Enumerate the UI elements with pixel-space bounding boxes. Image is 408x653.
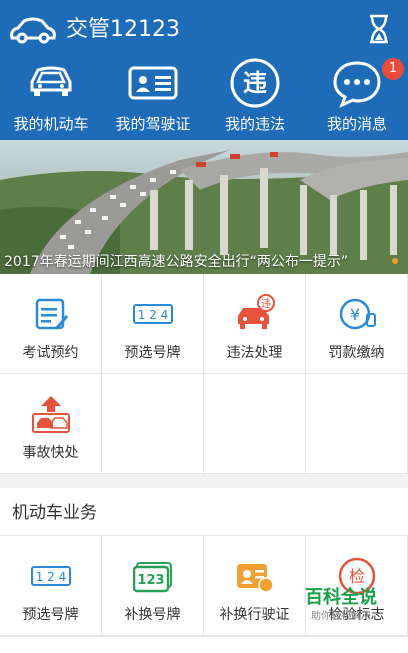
plate-replace-icon-text: 123	[137, 573, 164, 588]
top-bar: 交管12123	[0, 0, 408, 58]
quick-nav-label: 我的驾驶证	[115, 115, 191, 133]
driving-permit-icon	[237, 564, 274, 593]
license-icon	[128, 66, 178, 100]
violation-handling-icon-text: 违	[261, 298, 271, 310]
vehicle-service-plate-select[interactable]: 1 2 4 预选号牌	[0, 536, 102, 636]
quick-nav-my-violation[interactable]: 违 我的违法	[204, 58, 306, 140]
plate-replace-icon: 123	[133, 562, 172, 593]
quick-nav-my-messages[interactable]: 1 我的消息	[306, 58, 408, 140]
watermark-sub: 助你轻松解决	[311, 611, 371, 622]
plate-select-icon-text: 1 2 4	[36, 570, 67, 584]
service-plate-select[interactable]: 1 2 4 预选号牌	[102, 274, 204, 374]
service-label: 预选号牌	[22, 607, 79, 623]
quick-nav-my-vehicle[interactable]: 我的机动车	[0, 58, 102, 140]
next-row-edge	[0, 636, 408, 653]
quick-nav-my-license[interactable]: 我的驾驶证	[102, 58, 204, 140]
inspection-icon-text: 检	[349, 567, 365, 586]
service-label: 罚款缴纳	[328, 345, 385, 361]
vehicle-service-plate-replace[interactable]: 123 补换号牌	[102, 536, 204, 636]
service-accident[interactable]: 事故快处	[0, 374, 102, 474]
carousel-indicator[interactable]	[392, 258, 398, 264]
plate-select-icon: 1 2 4	[31, 566, 71, 586]
watermark-main: 百科全说	[305, 587, 377, 608]
service-label: 违法处理	[226, 345, 283, 361]
violation-icon-text: 违	[243, 69, 267, 97]
service-label: 补换号牌	[124, 607, 181, 623]
message-icon	[333, 61, 381, 108]
empty-cell	[306, 374, 408, 474]
services-grid: 考试预约 1 2 4 预选号牌 违 违法处理 ¥ 罚款缴纳 事故快处	[0, 274, 408, 474]
section-title-vehicle: 机动车业务	[0, 488, 408, 536]
exam-booking-icon	[35, 298, 69, 330]
violation-handling-icon: 违	[238, 294, 275, 329]
empty-cell	[204, 374, 306, 474]
service-fine-payment[interactable]: ¥ 罚款缴纳	[306, 274, 408, 374]
fine-payment-icon: ¥	[339, 298, 376, 330]
service-label: 事故快处	[22, 445, 79, 461]
plate-select-icon: 1 2 4	[133, 304, 173, 324]
quick-nav-label: 我的消息	[326, 115, 387, 133]
service-label: 考试预约	[22, 345, 79, 361]
quick-nav-label: 我的违法	[224, 115, 285, 133]
quick-nav-label: 我的机动车	[13, 115, 89, 133]
empty-cell	[102, 374, 204, 474]
banner-caption: 2017年春运期间江西高速公路安全出行“两公布一提示”	[4, 254, 349, 270]
service-label: 预选号牌	[124, 345, 181, 361]
accident-icon	[32, 396, 70, 433]
news-banner[interactable]: 2017年春运期间江西高速公路安全出行“两公布一提示”	[0, 140, 408, 274]
header: 交管12123 我的机动车 我的驾驶证 违 我的违法 1 我的消息	[0, 0, 408, 140]
message-count-badge: 1	[382, 58, 404, 80]
app-title: 交管12123	[66, 17, 180, 42]
car-logo-icon	[10, 17, 56, 44]
fine-payment-icon-text: ¥	[350, 305, 360, 324]
plate-select-icon-text: 1 2 4	[138, 308, 169, 322]
violation-icon: 违	[230, 58, 280, 108]
service-exam-booking[interactable]: 考试预约	[0, 274, 102, 374]
watermark: 百科全说 助你轻松解决	[286, 586, 396, 630]
car-icon	[30, 66, 72, 96]
service-violation-handling[interactable]: 违 违法处理	[204, 274, 306, 374]
hourglass-icon[interactable]	[368, 14, 390, 44]
